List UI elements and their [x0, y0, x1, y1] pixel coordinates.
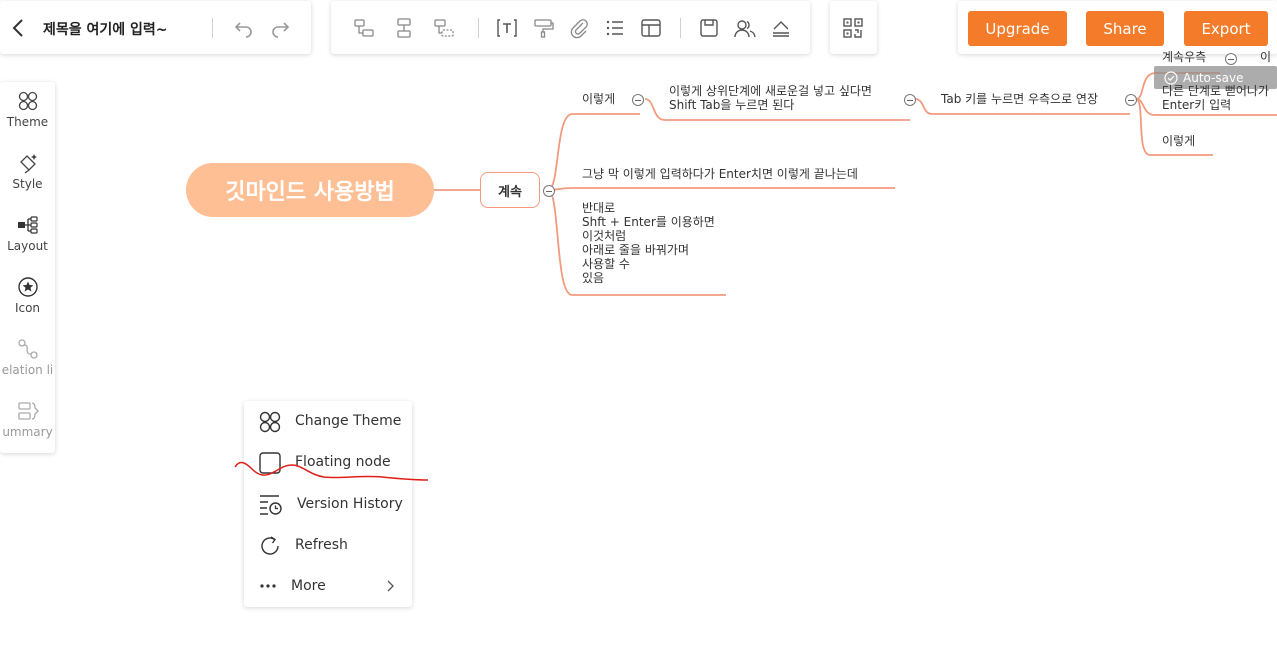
version-history-icon	[260, 495, 282, 515]
sidebar-item-layout[interactable]: Layout	[0, 214, 55, 253]
back-arrow-icon[interactable]	[10, 18, 28, 38]
relation-line-icon	[0, 338, 55, 360]
change-theme-icon	[259, 411, 281, 433]
add-parent-node-icon[interactable]	[431, 15, 457, 41]
sidebar-item-style[interactable]: Style	[0, 152, 55, 191]
root-node-label: 깃마인드 사용방법	[225, 180, 395, 205]
node-n8[interactable]: 반대로 Shft + Enter를 이용하면 이것처럼 아래로 줄을 바꿔가며 …	[582, 201, 715, 285]
layout-icon	[0, 214, 55, 236]
redo-icon[interactable]	[267, 15, 293, 41]
attachment-icon[interactable]	[566, 15, 592, 41]
level1-node-label: 계속	[498, 184, 522, 200]
undo-icon[interactable]	[231, 15, 257, 41]
collapse-toggle-n2[interactable]	[904, 94, 916, 106]
mindmap-canvas[interactable]	[60, 60, 1277, 651]
menu-item-label: Version History	[297, 496, 403, 512]
node-n8-line: 반대로	[582, 201, 616, 215]
node-n6[interactable]: 이렇게	[1162, 134, 1195, 148]
collapse-toggle-n3[interactable]	[1125, 94, 1137, 106]
title-divider	[212, 18, 213, 38]
toolbar-divider-1	[478, 18, 479, 38]
mindmap-root-node[interactable]: 깃마인드 사용방법	[186, 163, 434, 217]
node-n7[interactable]: 그냥 막 이렇게 입력하다가 Enter치면 이렇게 끝나는데	[582, 167, 858, 181]
node-n8-line: 있음	[582, 271, 605, 285]
menu-item-label: More	[291, 578, 326, 594]
node-n1[interactable]: 이렇게	[582, 92, 615, 106]
node-n8-line: 사용할 수	[582, 257, 630, 271]
save-icon[interactable]	[696, 15, 722, 41]
outline-layout-icon[interactable]	[638, 15, 664, 41]
node-n8-line: 아래로 줄을 바꿔가며	[582, 243, 689, 257]
icon-icon	[0, 276, 55, 298]
sidebar-item-relation-line[interactable]: elation li	[0, 338, 55, 377]
node-n5-line1[interactable]: 다른 단계로 뻗어나가	[1162, 84, 1269, 98]
add-child-node-icon[interactable]	[351, 15, 377, 41]
menu-item-label: Refresh	[295, 537, 348, 553]
sidebar-item-label: Layout	[7, 239, 48, 253]
collapse-toggle-level1[interactable]	[543, 185, 555, 197]
title-toolbar: 제목을 여기에 입력~	[0, 1, 311, 54]
list-icon[interactable]	[602, 15, 628, 41]
sidebar-item-label: Style	[12, 177, 43, 191]
node-n8-line: 이것처럼	[582, 229, 627, 243]
collaborators-icon[interactable]	[732, 15, 758, 41]
node-n2-line2[interactable]: Shift Tab을 누르면 된다	[669, 98, 794, 112]
toolbar-divider-2	[680, 18, 681, 38]
sidebar-item-label: ummary	[2, 425, 53, 439]
autosave-label: Auto-save	[1183, 70, 1244, 85]
qr-code-icon[interactable]	[840, 15, 866, 41]
add-sibling-node-icon[interactable]	[391, 15, 417, 41]
qr-code-panel	[830, 1, 877, 54]
chevron-right-icon	[387, 580, 394, 592]
export-button[interactable]: Export	[1184, 11, 1268, 46]
format-painter-icon[interactable]	[530, 15, 556, 41]
sidebar-item-theme[interactable]: Theme	[0, 90, 55, 129]
menu-item-more[interactable]: More	[244, 567, 412, 605]
style-icon	[0, 152, 55, 174]
menu-item-label: Change Theme	[295, 413, 402, 429]
sidebar-item-summary[interactable]: ummary	[0, 400, 55, 439]
node-n5-line2[interactable]: Enter키 입력	[1162, 98, 1231, 112]
check-circle-icon	[1164, 70, 1178, 85]
red-annotation-stroke	[234, 461, 429, 481]
collapse-toggle-n4[interactable]	[1225, 53, 1237, 65]
share-button[interactable]: Share	[1086, 11, 1164, 46]
document-title[interactable]: 제목을 여기에 입력~	[43, 19, 168, 39]
node-n2-line1[interactable]: 이렇게 상위단계에 새로운걸 넣고 싶다면	[669, 84, 872, 98]
summary-icon	[0, 400, 55, 422]
more-icon	[260, 584, 276, 588]
theme-icon	[0, 90, 55, 112]
text-format-icon[interactable]	[494, 15, 520, 41]
mindmap-branch-lines	[434, 72, 1277, 296]
mindmap-level1-node[interactable]: 계속	[480, 172, 540, 208]
node-n4-overflow: 이	[1260, 50, 1272, 64]
node-n8-line: Shft + Enter를 이용하면	[582, 215, 715, 229]
action-panel: Upgrade Share Export	[958, 1, 1277, 54]
context-menu: Change Theme Floating node Version Histo…	[244, 401, 412, 607]
collapse-toggle-n1[interactable]	[632, 94, 644, 106]
upgrade-button[interactable]: Upgrade	[968, 11, 1067, 46]
node-n3[interactable]: Tab 키를 누르면 우측으로 연장	[941, 92, 1098, 106]
main-toolbar	[331, 1, 810, 54]
sidebar-item-label: Theme	[6, 115, 49, 129]
left-sidebar: Theme Style Layout Icon elation li ummar…	[0, 82, 55, 453]
menu-item-refresh[interactable]: Refresh	[244, 526, 412, 564]
sidebar-item-label: Icon	[14, 301, 41, 315]
sidebar-item-icon[interactable]: Icon	[0, 276, 55, 315]
node-n4[interactable]: 계속우측	[1162, 50, 1206, 64]
menu-item-change-theme[interactable]: Change Theme	[244, 402, 412, 440]
collapse-toolbar-icon[interactable]	[768, 15, 794, 41]
refresh-icon	[261, 536, 279, 555]
sidebar-item-label: elation li	[1, 363, 54, 377]
